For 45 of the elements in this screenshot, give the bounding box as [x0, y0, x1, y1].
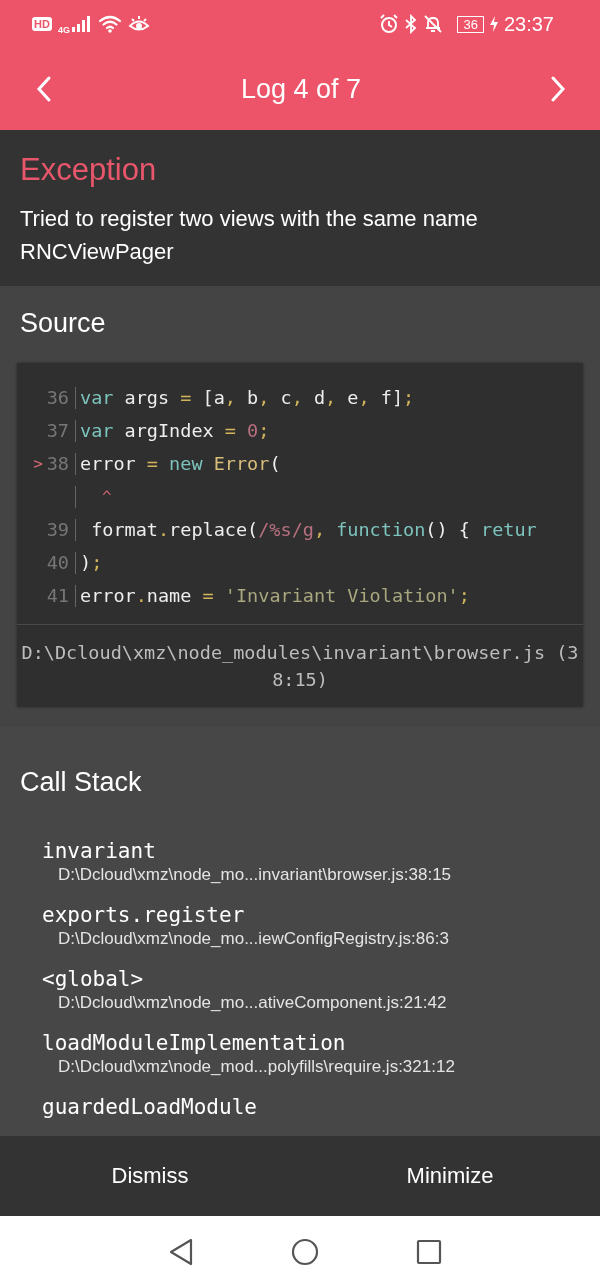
battery-level: 36	[457, 15, 484, 33]
function-name[interactable]: <global>	[42, 966, 600, 992]
line-number: 40	[45, 552, 69, 573]
code-line: format.replace(/%s/g, function() { retur	[90, 519, 537, 540]
section-title: Call Stack	[19, 767, 143, 798]
line-number: 39	[45, 519, 69, 540]
muted-bell-icon	[423, 14, 444, 34]
log-title: Log 4 of 7	[240, 73, 362, 105]
function-name[interactable]: invariant	[42, 838, 600, 864]
line-number: 36	[45, 387, 69, 408]
file-location: D:\Dcloud\xmz\node_mod...polyfills\require.js:321:12	[57, 1056, 456, 1078]
code-line: var args = [a, b, c, d, e, f];	[80, 387, 415, 408]
file-location: D:\Dcloud\xmz\node_mo...invariant\browser.js:38:15	[57, 864, 453, 886]
eye-icon	[127, 15, 150, 33]
code-line: error = new Error(	[80, 453, 281, 474]
section-title: Source	[19, 308, 107, 339]
charging-icon	[489, 16, 498, 32]
wifi-icon	[97, 15, 122, 33]
alarm-icon	[379, 14, 400, 34]
file-location: D:\Dcloud\xmz\node_mo...iewConfigRegistry.js:86:3	[57, 928, 450, 950]
error-caret: ^	[101, 487, 112, 506]
code-line: error.name = 'Invariant Violation';	[80, 585, 470, 606]
recents-icon[interactable]	[415, 1239, 442, 1265]
code-line: );	[80, 552, 103, 573]
chevron-left-icon	[36, 76, 52, 102]
signal-icon	[71, 16, 92, 32]
hd-indicator: HD	[32, 17, 52, 31]
file-location: D:\Dcloud\xmz\node_mo...ativeComponent.js:21:42	[57, 992, 448, 1014]
code-line: var argIndex = 0;	[80, 420, 270, 441]
line-number: 37	[45, 420, 69, 441]
back-icon[interactable]	[168, 1238, 195, 1266]
function-name[interactable]: loadModuleImplementation	[42, 1030, 600, 1056]
exception-title: Exception	[20, 152, 158, 188]
function-name[interactable]: exports.register	[42, 902, 600, 928]
clock-time: 23:37	[503, 12, 554, 36]
line-number: 41	[45, 585, 69, 606]
home-icon[interactable]	[291, 1238, 319, 1266]
bluetooth-icon	[405, 14, 418, 34]
file-path: D:\Dcloud\xmz\node_modules\invariant\browser.js (38:15)	[20, 641, 580, 692]
exception-message: Tried to register two views with the same name RNCViewPager	[20, 205, 479, 266]
chevron-right-icon	[550, 76, 566, 102]
line-number: 38	[45, 453, 69, 474]
function-name[interactable]: guardedLoadModule	[42, 1094, 600, 1120]
current-line-marker: >	[33, 454, 43, 473]
network-type: 4G	[57, 25, 70, 35]
